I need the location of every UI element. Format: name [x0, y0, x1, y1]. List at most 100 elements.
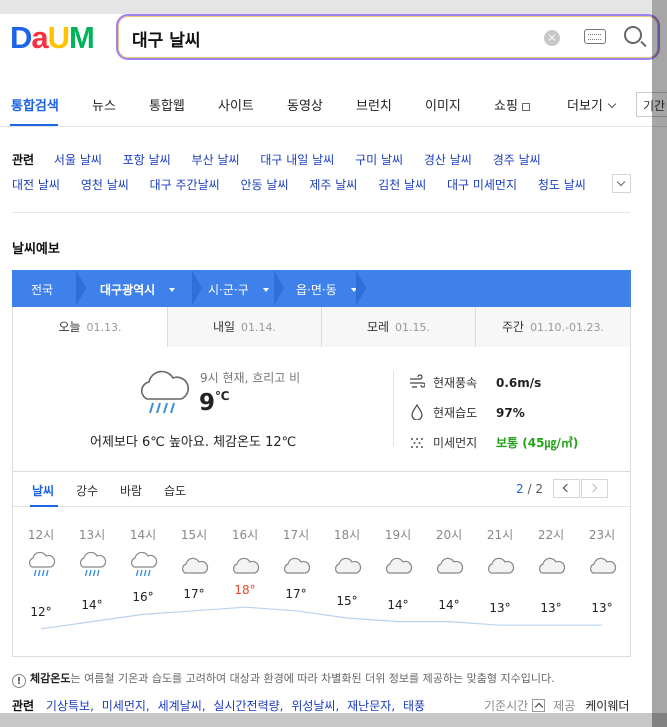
related-link[interactable]: 영천 날씨 — [81, 178, 129, 192]
cloud-icon — [335, 557, 362, 574]
hour-temperature: 17° — [183, 586, 205, 601]
subtab-weather[interactable]: 날씨 — [32, 482, 54, 499]
cloud-icon — [386, 557, 413, 574]
day-tab-weekly[interactable]: 주간 01.10.-01.23. — [475, 307, 630, 347]
related-link[interactable]: 포항 날씨 — [123, 153, 171, 167]
provider-link[interactable]: 케이웨더 — [585, 699, 629, 713]
region-city[interactable]: 대구광역시 — [100, 281, 176, 298]
hour-temperature: 13° — [591, 601, 613, 616]
bottom-link[interactable]: 재난문자 — [347, 699, 391, 713]
related-link[interactable]: 대구 내일 날씨 — [260, 153, 334, 167]
keyboard-icon[interactable] — [584, 29, 606, 44]
cloud-icon — [284, 557, 311, 574]
chevron-down-icon — [607, 99, 617, 109]
bottom-link[interactable]: 세계날씨 — [158, 699, 202, 713]
cloud-rain-icon — [131, 552, 158, 577]
related-link[interactable]: 서울 날씨 — [54, 153, 102, 167]
bottom-link[interactable]: 위성날씨 — [291, 699, 335, 713]
related-link[interactable]: 제주 날씨 — [309, 178, 357, 192]
active-tab-indicator — [10, 124, 58, 126]
cloud-icon — [488, 557, 515, 574]
subtab-precipitation[interactable]: 강수 — [76, 482, 98, 499]
bottom-link[interactable]: 실시간전력량 — [213, 699, 279, 713]
bottom-link[interactable]: 태풍 — [403, 699, 425, 713]
related-link[interactable]: 청도 날씨 — [538, 178, 586, 192]
hour-temperature: 16° — [132, 590, 154, 605]
tab-more[interactable]: 더보기 — [567, 95, 617, 114]
related-link[interactable]: 대구 주간날씨 — [150, 178, 220, 192]
hour-label: 21시 — [486, 528, 514, 542]
tab-shopping[interactable]: 쇼핑 — [494, 95, 530, 114]
search-box[interactable]: 대구 날씨 × — [116, 14, 660, 60]
subtab-humidity[interactable]: 습도 — [164, 482, 186, 499]
bottom-link[interactable]: 기상특보 — [46, 699, 90, 713]
tab-news[interactable]: 뉴스 — [92, 95, 116, 114]
dust-icon — [411, 438, 423, 448]
cloud-icon — [590, 557, 617, 574]
tab-image[interactable]: 이미지 — [425, 95, 461, 114]
related-link[interactable]: 김천 날씨 — [378, 178, 426, 192]
overlay-shade — [0, 713, 667, 727]
day-tab-tomorrow[interactable]: 내일 01.14. — [167, 307, 321, 347]
search-input[interactable]: 대구 날씨 — [132, 26, 200, 51]
weather-card: 오늘 01.13. 내일 01.14. 모레 01.15. 주간 01.10.-01.2… — [12, 307, 631, 657]
related-link[interactable]: 부산 날씨 — [192, 153, 240, 167]
chevron-up-icon[interactable] — [532, 699, 546, 712]
hour-label: 20시 — [435, 528, 463, 542]
water-drop-icon — [411, 404, 423, 420]
region-district[interactable]: 시·군·구 — [208, 281, 269, 298]
related-link[interactable]: 대구 미세먼지 — [447, 178, 517, 192]
region-nationwide[interactable]: 전국 — [31, 281, 53, 298]
related-row-2: 대전 날씨 영천 날씨 대구 주간날씨 안동 날씨 제주 날씨 김천 날씨 대구… — [12, 176, 602, 193]
day-tab-today[interactable]: 오늘 01.13. — [13, 307, 167, 347]
tab-video[interactable]: 동영상 — [287, 95, 323, 114]
caret-down-icon — [262, 288, 269, 292]
hour-label: 18시 — [333, 528, 361, 542]
hour-temperature: 14° — [81, 597, 103, 612]
cloud-icon — [233, 557, 260, 574]
hour-label: 16시 — [231, 528, 259, 542]
feels-like-notice: ! 체감온도는 여름철 기온과 습도를 고려하여 대상과 환경에 따라 차별화된 … — [12, 670, 555, 688]
cloud-rain-icon — [80, 552, 107, 577]
related-link[interactable]: 경산 날씨 — [424, 153, 472, 167]
tab-brunch[interactable]: 브런치 — [356, 95, 392, 114]
cloud-icon — [182, 557, 209, 574]
related-link[interactable]: 대전 날씨 — [12, 178, 60, 192]
hour-label: 14시 — [129, 528, 157, 542]
cloud-rain-icon — [141, 370, 189, 414]
overlay-shade — [652, 0, 667, 727]
hour-temperature: 14° — [438, 597, 460, 612]
source-info: 기준시간 제공 케이웨더 — [484, 699, 630, 713]
hour-label: 17시 — [282, 528, 310, 542]
tab-web[interactable]: 통합웹 — [149, 95, 185, 114]
hour-temperature: 13° — [540, 601, 562, 616]
humidity-stat: 현재습도 97% — [409, 404, 525, 421]
vertical-divider — [393, 371, 394, 446]
hour-temperature: 13° — [489, 601, 511, 616]
related-row-1: 관련 서울 날씨 포항 날씨 부산 날씨 대구 내일 날씨 구미 날씨 경산 날… — [12, 153, 541, 167]
page-indicator: 2 / 2 — [516, 482, 543, 496]
related-link[interactable]: 안동 날씨 — [241, 178, 289, 192]
current-weather: 9시 현재, 흐리고 비 9℃ 어제보다 6℃ 높아요. 체감온도 12℃ 현재… — [13, 347, 630, 472]
current-temperature: 9℃ — [199, 389, 230, 416]
prev-page-button[interactable] — [553, 479, 580, 498]
clear-icon[interactable]: × — [544, 30, 560, 46]
day-tab-day-after[interactable]: 모레 01.15. — [321, 307, 475, 347]
bottom-link[interactable]: 미세먼지 — [102, 699, 146, 713]
subtab-wind[interactable]: 바람 — [120, 482, 142, 499]
search-icon[interactable] — [624, 26, 642, 44]
hour-temperature: 12° — [30, 604, 52, 619]
tab-all[interactable]: 통합검색 — [11, 95, 59, 114]
region-town[interactable]: 읍·면·동 — [296, 281, 357, 298]
related-expand-button[interactable] — [612, 174, 631, 193]
related-link[interactable]: 구미 날씨 — [355, 153, 403, 167]
hour-label: 23시 — [588, 528, 616, 542]
daum-logo[interactable]: DaUM — [10, 20, 95, 56]
cloud-icon — [437, 557, 464, 574]
divider — [12, 212, 630, 213]
hour-temperature: 15° — [336, 594, 358, 608]
weather-search-page: DaUM 대구 날씨 × 통합검색 뉴스 통합웹 사이트 동영상 브런치 이미지… — [0, 0, 667, 727]
related-link[interactable]: 경주 날씨 — [493, 153, 541, 167]
tab-site[interactable]: 사이트 — [218, 95, 254, 114]
current-condition: 9시 현재, 흐리고 비 — [200, 371, 301, 385]
